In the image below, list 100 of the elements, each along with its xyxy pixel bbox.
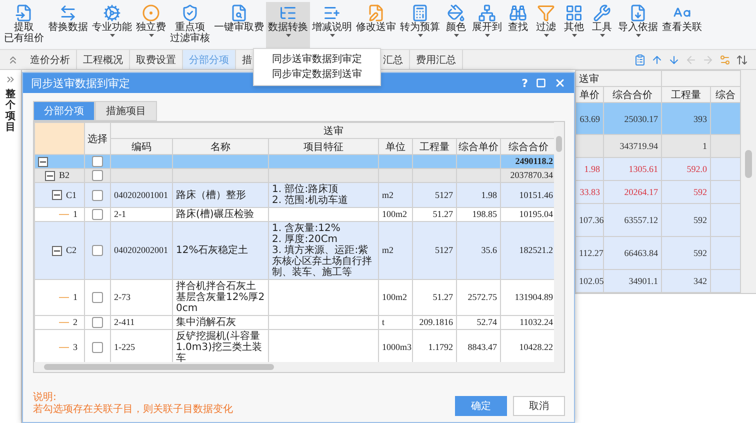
toolbar-button[interactable]: 增减说明 (310, 2, 354, 48)
checkbox[interactable] (92, 317, 103, 328)
collapse-icon[interactable] (52, 190, 62, 200)
tree-line (59, 297, 69, 298)
toolbar-button[interactable]: 颜色 (442, 2, 470, 48)
maximize-icon[interactable] (536, 78, 546, 88)
table-cell: 10195.04 (500, 208, 554, 222)
table-cell: 25030.17 (604, 102, 662, 134)
toolbar-button[interactable]: 一键审取费 (212, 2, 266, 48)
table-cell: 100m2 (378, 280, 412, 316)
close-icon[interactable] (554, 77, 566, 89)
toolbar-button[interactable]: 查看关联 (660, 2, 704, 48)
column-header: 名称 (172, 138, 268, 154)
expand-icon[interactable] (5, 74, 16, 85)
checkbox[interactable] (92, 342, 103, 353)
toolbar-button[interactable]: 其他 (560, 2, 588, 48)
settings-icon[interactable] (719, 54, 731, 66)
column-header: 工程量 (662, 86, 710, 102)
circle-icon (142, 4, 160, 22)
swap-arrows-icon (59, 4, 77, 22)
column-header: 选择 (84, 122, 110, 154)
tree-line (59, 322, 69, 323)
table-cell: 209.1816 (412, 316, 456, 330)
row-label: 1 (73, 292, 78, 303)
binoculars-icon (509, 4, 527, 22)
network-icon (478, 4, 496, 22)
checkbox[interactable] (92, 190, 103, 200)
table-cell: 102.05 (576, 270, 604, 292)
table-cell: 592.0 (662, 158, 710, 180)
toolbar-button[interactable]: 修改送审 (354, 2, 398, 48)
column-header: 项目特征 (268, 138, 378, 154)
cancel-button[interactable]: 取消 (513, 396, 565, 416)
table-cell (456, 154, 500, 168)
checkbox[interactable] (92, 292, 103, 303)
grid-icon (565, 4, 583, 22)
toolbar-button[interactable]: 专业功能 (90, 2, 134, 48)
toolbar-button[interactable]: 工具 (588, 2, 616, 48)
table-cell: 592 (662, 204, 710, 236)
row-label: C1 (66, 190, 77, 200)
table-cell: 100m2 (378, 208, 412, 222)
tree-line (59, 214, 69, 215)
checkbox[interactable] (92, 170, 103, 181)
table-cell: 1.98 (456, 182, 500, 208)
table-cell: 1000m3 (378, 330, 412, 362)
tab[interactable]: 费用汇总 (410, 50, 463, 69)
table-cell: 2-1 (110, 208, 172, 222)
table-cell: 集中消解石灰 (172, 316, 268, 330)
toolbar-button[interactable]: 查找 (504, 2, 532, 48)
table-cell: 10428.22 (500, 330, 554, 362)
table-cell: 592 (662, 236, 710, 270)
table-cell: 343719.94 (604, 134, 662, 158)
table-cell: 51.27 (412, 208, 456, 222)
toolbar-button[interactable]: 转为预算 (398, 2, 442, 48)
toolbar-button[interactable]: 提取 已有组价 (2, 2, 46, 48)
toolbar-button[interactable]: 导入依据 (616, 2, 660, 48)
column-header: 编码 (110, 138, 172, 154)
table-cell: 112.27 (576, 236, 604, 270)
table-cell: 66463.84 (604, 236, 662, 270)
tab[interactable]: 造价分析 (24, 50, 77, 69)
table-cell: 63.69 (576, 102, 604, 134)
tab[interactable]: 措施项目 (95, 101, 157, 121)
table-cell: 20264.17 (604, 180, 662, 204)
scrollbar[interactable] (554, 122, 564, 362)
collapse-icon[interactable] (52, 246, 62, 256)
tab[interactable]: 工程概况 (77, 50, 130, 69)
toolbar-button[interactable]: 过滤 (532, 2, 560, 48)
table-cell: 040202001001 (110, 182, 172, 208)
table-cell: 63557.12 (604, 204, 662, 236)
table-cell (412, 154, 456, 168)
clipboard-icon[interactable] (634, 54, 646, 66)
collapse-icon[interactable] (38, 156, 48, 166)
table-cell: 路床（槽）整形 (172, 182, 268, 208)
table-cell: 8843.47 (456, 330, 500, 362)
table-cell: 1. 部位:路床顶 2. 范围:机动车道 (268, 182, 378, 208)
toolbar-button[interactable]: 数据转换 (266, 2, 310, 48)
table-cell: 5127 (412, 182, 456, 208)
arrow-up-icon[interactable] (651, 54, 663, 66)
sort-icon[interactable] (736, 54, 748, 66)
menu-item[interactable]: 同步审定数据到送审 (254, 67, 380, 82)
collapse-icon[interactable] (45, 170, 55, 180)
checkbox[interactable] (92, 245, 103, 256)
note-text: 若勾选项存在关联子目，则关联子目数据变化 (33, 404, 234, 416)
checkbox[interactable] (92, 156, 103, 167)
toolbar-button[interactable]: 替换数据 (46, 2, 90, 48)
table-cell: 131904.89 (500, 280, 554, 316)
table-cell: 2037870.34 (500, 168, 554, 182)
table-cell: 1 (662, 134, 710, 158)
toolbar-button[interactable]: 独立费 (134, 2, 168, 48)
toolbar-button[interactable]: 展开到 (470, 2, 504, 48)
scrollbar[interactable] (741, 70, 756, 293)
gear-icon (103, 4, 121, 22)
table-cell: 12%石灰稳定土 (172, 222, 268, 280)
table-cell: 10151.46 (500, 182, 554, 208)
table-cell: 35.6 (456, 222, 500, 280)
file-arrow-icon (15, 4, 33, 22)
scrollbar[interactable] (34, 362, 564, 372)
toolbar-button[interactable]: 重点项 过滤审核 (168, 2, 212, 48)
file-search-icon (230, 4, 248, 22)
checkbox[interactable] (92, 209, 103, 220)
arrow-down-icon[interactable] (668, 54, 680, 66)
